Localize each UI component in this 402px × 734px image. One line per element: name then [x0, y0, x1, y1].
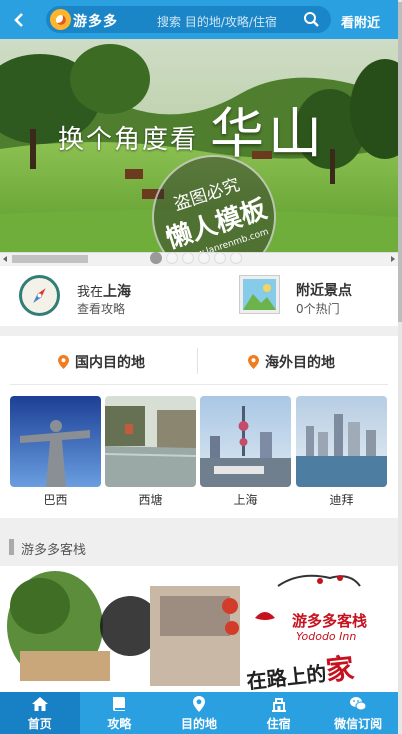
carousel-dot[interactable] [214, 252, 226, 264]
landscape-picture-icon[interactable] [240, 276, 279, 313]
hostel-brand-en: Yododo Inn [296, 630, 357, 643]
city-name: 西塘 [138, 493, 163, 507]
tab-overseas[interactable]: 海外目的地 [248, 352, 335, 372]
city-image [105, 396, 196, 487]
book-icon [113, 697, 126, 711]
city-name: 巴西 [43, 493, 68, 507]
city-card-dubai[interactable] [296, 396, 387, 487]
brand-name: 游多多 [73, 14, 118, 30]
top-bar: 游多多 搜索 目的地/攻略/住宿 看附近 [0, 0, 402, 39]
tab-label: 国内目的地 [75, 355, 145, 371]
carousel-dot[interactable] [230, 252, 242, 264]
city-card-shanghai[interactable] [200, 396, 291, 487]
scroll-thumb[interactable] [12, 255, 88, 263]
nearby-spots-title[interactable]: 附近景点 [296, 280, 352, 300]
section-title: 游多多客栈 [21, 543, 87, 558]
carousel-dots [150, 252, 242, 264]
city-card-brazil[interactable] [10, 396, 101, 487]
nav-guide[interactable]: 攻略 [80, 692, 160, 734]
section-header: 游多多客栈 [0, 530, 398, 564]
city-image [200, 396, 291, 487]
search-bar[interactable]: 游多多 搜索 目的地/攻略/住宿 [46, 6, 331, 33]
city-name: 上海 [233, 493, 258, 507]
destinations-panel: 国内目的地 海外目的地 巴西 西塘 上海 迪拜 [0, 336, 398, 518]
vertical-scrollbar[interactable] [398, 0, 402, 734]
divider [10, 384, 388, 385]
logo-icon [50, 9, 71, 30]
location-pin-icon [248, 355, 259, 369]
nearby-link[interactable]: 看附近 [341, 12, 380, 31]
nav-label: 微信订阅 [334, 717, 383, 731]
view-guide-link[interactable]: 查看攻略 [77, 300, 125, 317]
carousel-dot[interactable] [166, 252, 178, 264]
nav-home[interactable]: 首页 [0, 692, 80, 734]
quick-links: 我在上海 查看攻略 附近景点 0个热门 [0, 266, 398, 326]
location-pin-icon [192, 696, 205, 712]
current-location[interactable]: 我在上海 [77, 281, 131, 301]
nav-label: 目的地 [180, 717, 217, 731]
back-arrow-icon [14, 13, 23, 27]
nearby-spots-count: 0个热门 [296, 302, 340, 316]
back-button[interactable] [8, 9, 30, 31]
city-card-xitang[interactable] [105, 396, 196, 487]
tab-label: 海外目的地 [265, 355, 335, 371]
banner-carousel[interactable]: 换个角度看 华山 盗图必究 懒人模板 www.lanrenmb.com [0, 39, 398, 252]
banner-tagline: 换个角度看 [58, 125, 199, 155]
city-name: 迪拜 [329, 493, 354, 507]
hotel-icon [271, 698, 286, 712]
tab-divider [197, 348, 198, 374]
nav-label: 住宿 [266, 717, 291, 731]
search-input[interactable]: 搜索 目的地/攻略/住宿 [157, 13, 277, 30]
wechat-icon [350, 697, 367, 711]
hostel-brand: 游多多客栈 [292, 612, 368, 630]
location-pin-icon [58, 355, 69, 369]
scroll-thumb[interactable] [398, 2, 402, 322]
tab-domestic[interactable]: 国内目的地 [58, 352, 145, 372]
nav-label: 攻略 [107, 717, 132, 731]
scroll-left-icon[interactable] [3, 256, 7, 262]
carousel-dot[interactable] [198, 252, 210, 264]
hostel-banner[interactable]: 游多多客栈 Yododo Inn 在路上的家 [0, 566, 398, 692]
carousel-dot[interactable] [150, 252, 162, 264]
city-image [296, 396, 387, 487]
nav-hotel[interactable]: 住宿 [239, 692, 319, 734]
nav-destination[interactable]: 目的地 [159, 692, 239, 734]
search-icon[interactable] [303, 11, 320, 28]
nav-wechat[interactable]: 微信订阅 [318, 692, 398, 734]
section-marker [9, 539, 14, 555]
city-image [10, 396, 101, 487]
scroll-right-icon[interactable] [391, 256, 395, 262]
nav-label: 首页 [27, 717, 52, 731]
carousel-dot[interactable] [182, 252, 194, 264]
bottom-nav: 首页 攻略 目的地 住宿 微信订阅 [0, 692, 398, 734]
compass-icon[interactable] [19, 275, 60, 316]
home-icon [31, 697, 48, 711]
